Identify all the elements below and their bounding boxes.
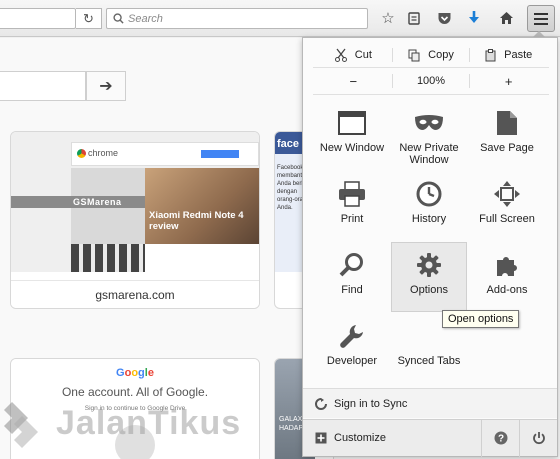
help-button[interactable]: ?: [481, 419, 519, 457]
new-private-window-label: New Private Window: [399, 142, 459, 166]
new-private-window-button[interactable]: New Private Window: [391, 100, 467, 170]
thumb-news: [145, 244, 259, 272]
edit-controls: Cut Copy Paste: [315, 45, 547, 65]
svg-text:?: ?: [497, 434, 503, 445]
full-screen-button[interactable]: Full Screen: [469, 171, 545, 241]
bookmark-star-icon[interactable]: ☆: [376, 7, 400, 29]
gsmarena-logo: GSMarena: [73, 197, 122, 207]
history-label: History: [411, 213, 447, 225]
history-button[interactable]: History: [391, 171, 467, 241]
logo-letter: e: [147, 367, 154, 379]
pocket-icon[interactable]: [432, 7, 456, 29]
printer-icon: [339, 181, 365, 207]
thumb-phones: [71, 244, 145, 272]
wrench-icon: [340, 325, 363, 348]
newtab-search-input[interactable]: [0, 71, 86, 101]
top-site-tile[interactable]: chrome GSMarena Xiaomi Redmi Note 4 revi…: [10, 131, 260, 309]
thumb-headline: Xiaomi Redmi Note 4 review: [149, 210, 244, 232]
help-icon: ?: [494, 431, 507, 445]
add-ons-label: Add-ons: [486, 284, 528, 296]
hamburger-line: [534, 22, 548, 25]
save-page-label: Save Page: [480, 142, 534, 154]
tile-thumbnail: chrome GSMarena Xiaomi Redmi Note 4 revi…: [11, 132, 259, 272]
synced-tabs-label: Synced Tabs: [397, 355, 461, 367]
jalantikus-logo-icon: [4, 402, 38, 448]
logo-letter: g: [138, 367, 145, 379]
plus-box-icon: [315, 432, 327, 444]
sign-in-label: Sign in to Sync: [334, 397, 408, 410]
search-placeholder: Search: [128, 12, 163, 25]
developer-button[interactable]: Developer: [314, 313, 390, 383]
print-label: Print: [340, 213, 364, 225]
options-tooltip: Open options: [442, 310, 520, 328]
cut-label: Cut: [354, 49, 372, 61]
google-heading: One account. All of Google.: [61, 385, 209, 399]
copy-button[interactable]: Copy: [393, 45, 470, 65]
downloads-icon[interactable]: [462, 7, 486, 29]
print-button[interactable]: Print: [314, 171, 390, 241]
zoom-out-button[interactable]: −: [315, 71, 392, 91]
magnifier-icon: [339, 253, 363, 277]
customize-button[interactable]: Customize: [303, 432, 481, 444]
watermark-text: JalanTikus: [56, 403, 242, 442]
home-icon[interactable]: [494, 7, 518, 29]
search-icon: [113, 13, 124, 24]
search-input[interactable]: Search: [106, 8, 368, 29]
window-icon: [338, 111, 366, 135]
power-icon: [532, 432, 545, 445]
clock-icon: [416, 181, 442, 207]
sign-in-to-sync-button[interactable]: Sign in to Sync: [303, 388, 557, 418]
banner-button: [201, 150, 239, 158]
zoom-in-button[interactable]: +: [470, 71, 547, 91]
url-bar[interactable]: [0, 8, 76, 29]
google-logo: Google: [11, 367, 259, 379]
tile-label: gsmarena.com: [11, 280, 259, 308]
fullscreen-icon: [494, 181, 520, 207]
find-label: Find: [341, 284, 363, 296]
app-menu-panel: Cut Copy Paste − 100% + New Window New P…: [302, 37, 558, 457]
new-window-label: New Window: [319, 142, 385, 154]
hamburger-menu-button[interactable]: [527, 5, 555, 32]
scissors-icon: [334, 48, 347, 62]
paste-label: Paste: [504, 49, 533, 61]
find-button[interactable]: Find: [314, 242, 390, 312]
gear-icon: [417, 253, 441, 277]
zoom-reset-button[interactable]: 100%: [393, 71, 470, 91]
chrome-logo-icon: [77, 149, 86, 159]
puzzle-icon: [497, 257, 517, 276]
chrome-banner-text: chrome: [77, 148, 119, 159]
hamburger-line: [534, 17, 548, 20]
divider: [313, 67, 549, 68]
new-window-button[interactable]: New Window: [314, 100, 390, 170]
panel-footer: Customize ?: [303, 419, 557, 457]
thumb-hero-image: [145, 168, 259, 244]
copy-icon: [408, 49, 420, 61]
reload-icon[interactable]: ↻: [76, 8, 102, 29]
clipboard-icon: [485, 48, 496, 61]
divider: [313, 94, 549, 95]
reading-list-icon[interactable]: [402, 7, 426, 29]
arrow-right-icon[interactable]: ➔: [86, 71, 126, 101]
customize-label: Customize: [334, 432, 386, 444]
developer-label: Developer: [326, 355, 378, 367]
logo-letter: G: [116, 367, 125, 379]
browser-toolbar: ↻ Search ☆: [0, 0, 560, 37]
private-mask-icon: [415, 115, 443, 130]
watermark: JalanTikus: [0, 398, 241, 448]
copy-label: Copy: [428, 49, 454, 61]
zoom-controls: − 100% +: [315, 71, 547, 91]
sync-icon: [315, 397, 327, 410]
cut-button[interactable]: Cut: [315, 45, 392, 65]
save-page-icon: [497, 111, 517, 135]
options-label: Options: [410, 284, 448, 296]
chrome-text: chrome: [88, 148, 119, 158]
quit-button[interactable]: [519, 419, 557, 457]
paste-button[interactable]: Paste: [470, 45, 547, 65]
full-screen-label: Full Screen: [479, 213, 535, 225]
hamburger-line: [534, 12, 548, 15]
add-ons-button[interactable]: Add-ons: [469, 242, 545, 312]
options-button[interactable]: Options: [391, 242, 467, 312]
save-page-button[interactable]: Save Page: [469, 100, 545, 170]
